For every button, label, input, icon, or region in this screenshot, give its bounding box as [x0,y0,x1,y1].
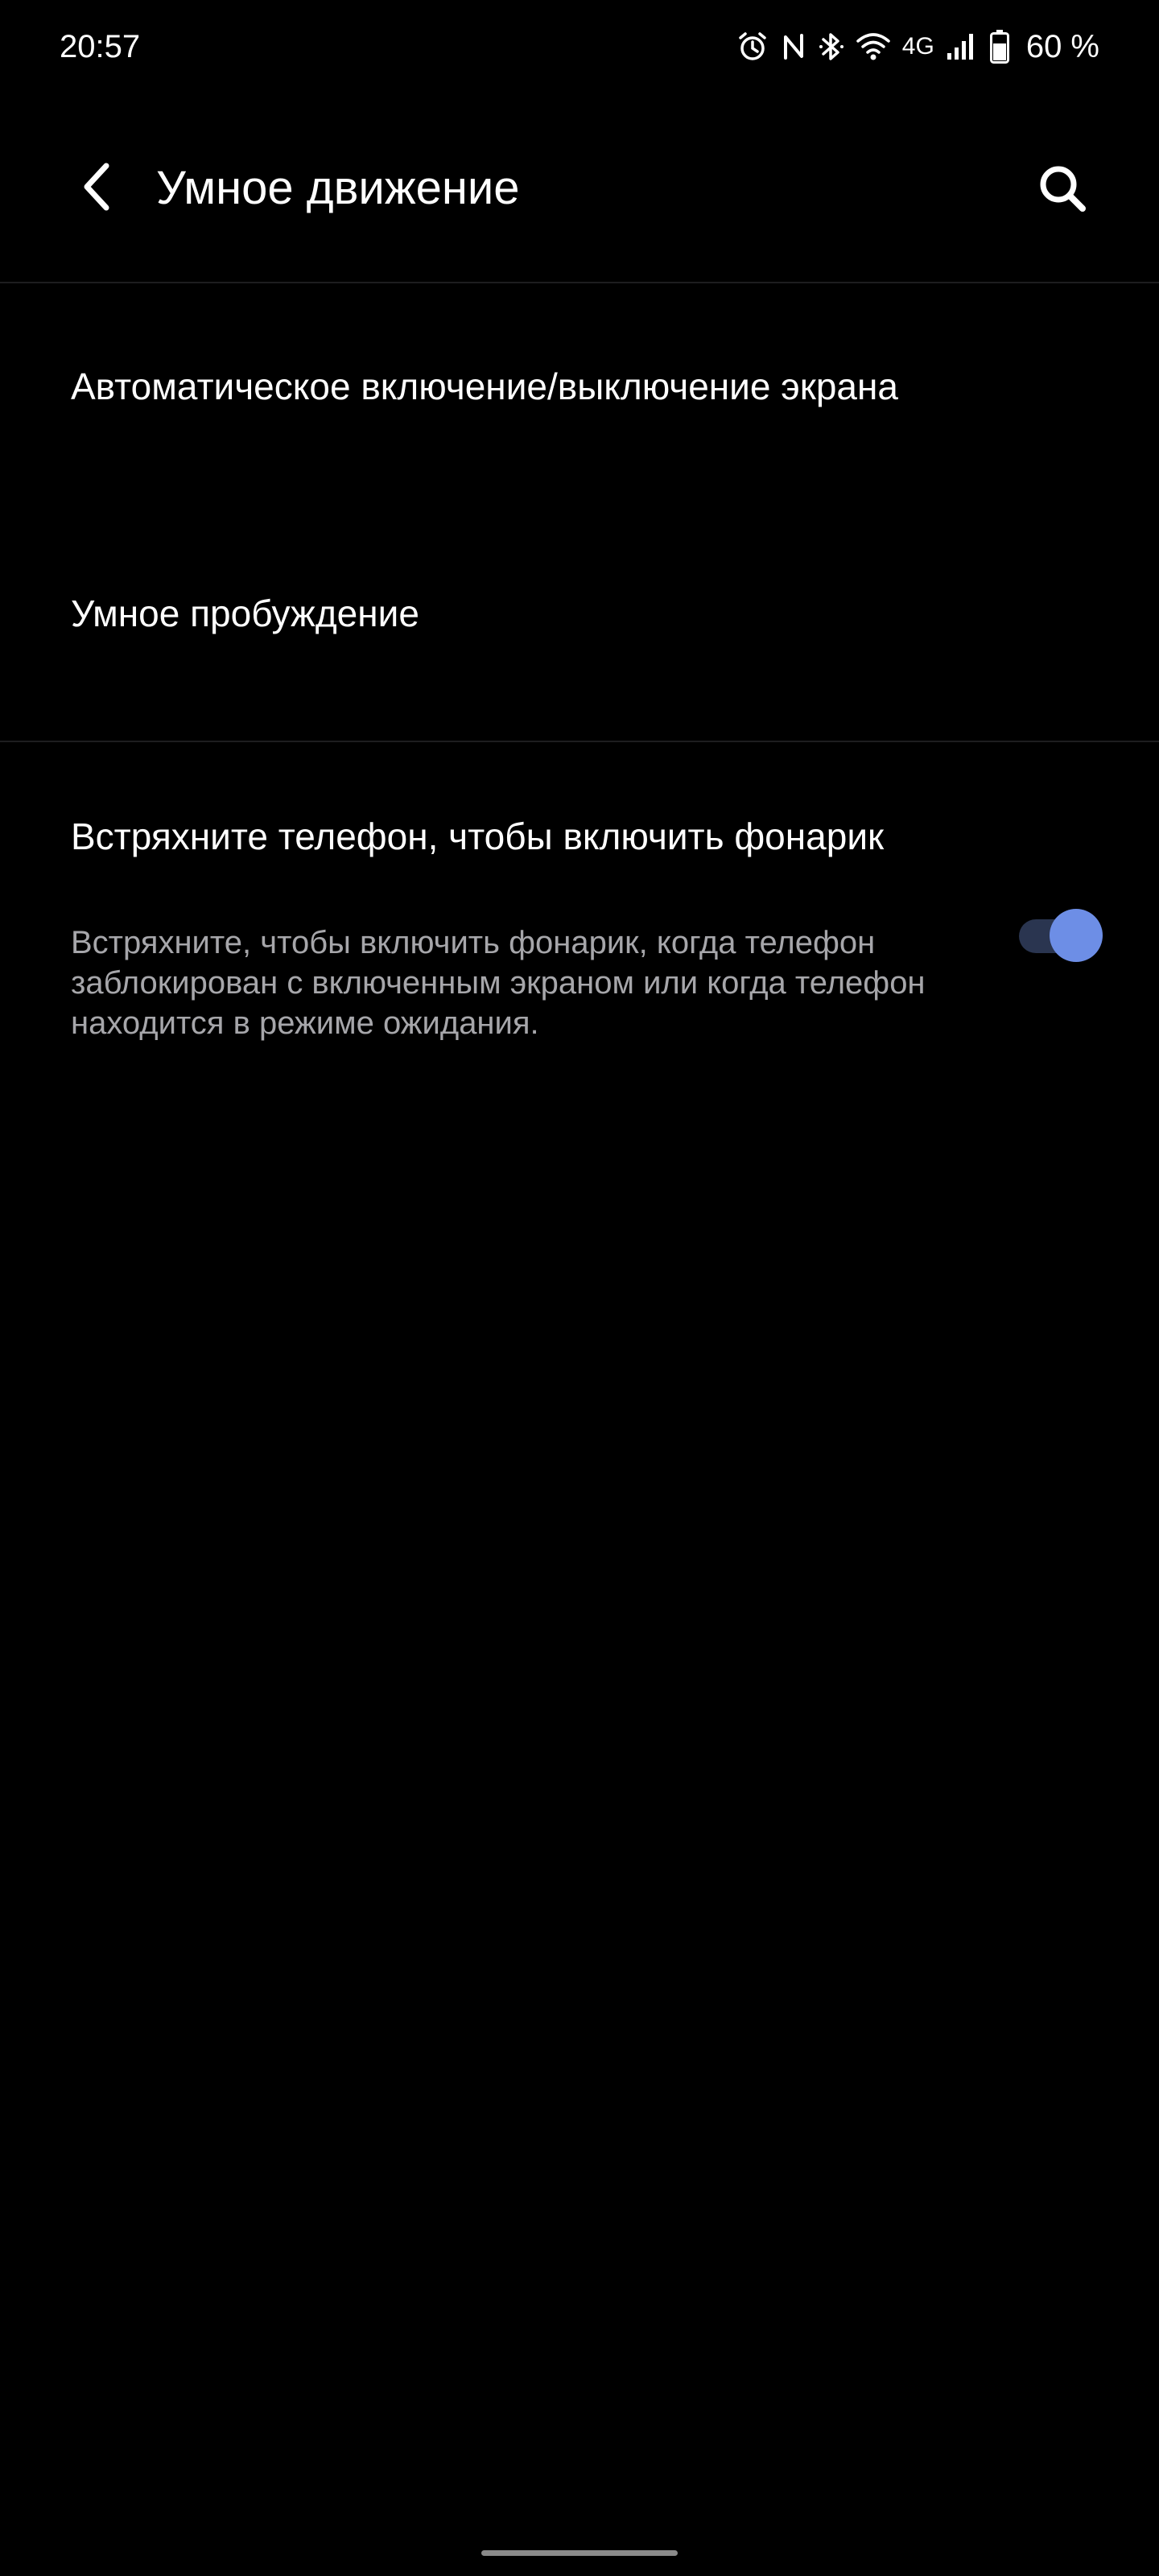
chevron-left-icon [79,161,114,217]
app-bar: Умное движение [0,93,1159,283]
bluetooth-icon [819,30,844,64]
setting-smart-wake-title: Умное пробуждение [71,592,419,634]
wifi-icon [856,31,891,63]
page-title: Умное движение [156,162,520,214]
nfc-icon [780,31,807,63]
alarm-icon [736,31,769,63]
setting-shake-flashlight-summary: Встряхните, чтобы включить фонарик, когд… [71,925,926,1041]
search-button[interactable] [1027,155,1098,225]
switch-thumb [1050,909,1103,962]
setting-auto-screen-onoff-title: Автоматическое включение/выключение экра… [71,365,898,407]
signal-icon [946,31,978,63]
status-bar: 20:57 4G 60 % [0,0,1159,93]
battery-percent: 60 % [1025,29,1099,64]
back-button[interactable] [63,155,130,222]
setting-auto-screen-onoff[interactable]: Автоматическое включение/выключение экра… [0,283,1159,481]
battery-icon [989,29,1010,64]
setting-shake-flashlight[interactable]: Встряхните телефон, чтобы включить фонар… [0,813,1159,1055]
search-icon [1037,163,1088,218]
status-icons: 4G 60 % [736,24,1099,69]
shake-flashlight-switch[interactable] [1016,902,1106,963]
gesture-nav-handle[interactable] [481,2550,678,2556]
setting-shake-flashlight-title: Встряхните телефон, чтобы включить фонар… [71,815,885,857]
section-divider [0,741,1159,742]
setting-smart-wake[interactable]: Умное пробуждение [0,481,1159,741]
network-type-label: 4G [901,33,934,60]
status-time: 20:57 [60,29,141,64]
